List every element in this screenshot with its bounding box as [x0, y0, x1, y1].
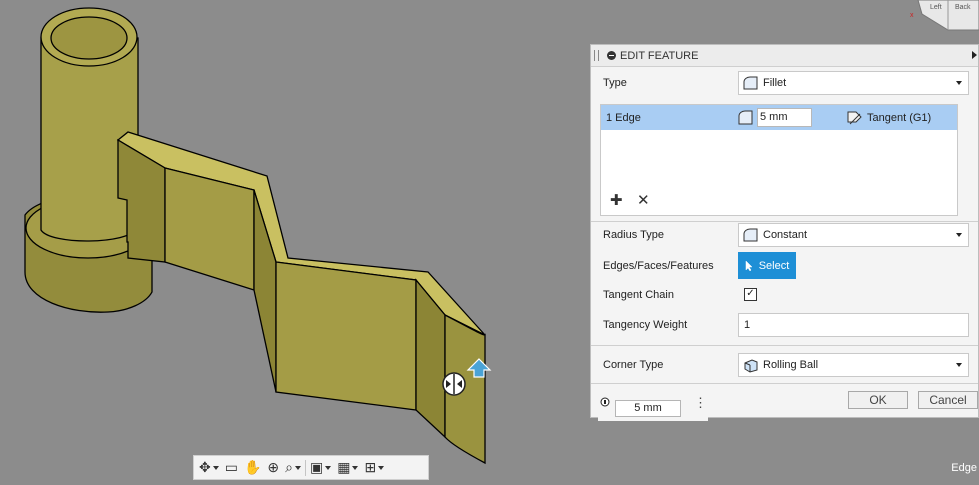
divider: [591, 221, 978, 222]
radius-value-input[interactable]: 5 mm: [615, 400, 681, 417]
constant-radius-icon: [743, 228, 758, 242]
tangent-chain-row: Tangent Chain ✓: [603, 284, 978, 306]
chevron-down-icon: [956, 363, 962, 367]
corner-type-value: Rolling Ball: [763, 359, 819, 371]
tangency-weight-label: Tangency Weight: [603, 319, 688, 331]
tangency-weight-row: Tangency Weight 1: [603, 313, 978, 337]
corner-type-label: Corner Type: [603, 359, 664, 371]
type-dropdown[interactable]: Fillet: [738, 71, 969, 95]
grid-settings-icon[interactable]: ▦: [335, 458, 360, 478]
edge-count-label: 1 Edge: [606, 111, 641, 124]
display-settings-icon[interactable]: ▣: [308, 458, 333, 478]
panel-title: EDIT FEATURE: [620, 49, 699, 62]
viewcube-face-left: Left: [930, 4, 942, 11]
model-body[interactable]: [24, 7, 486, 465]
tangency-weight-input[interactable]: 1: [738, 313, 969, 337]
fillet-icon: [743, 76, 758, 90]
tangent-continuity-icon: [847, 111, 862, 125]
divider: [591, 345, 978, 346]
ok-button[interactable]: OK: [848, 391, 908, 409]
fit-icon[interactable]: ⌕: [283, 458, 303, 478]
axis-x-indicator: x: [910, 12, 914, 19]
type-label: Type: [603, 77, 627, 89]
type-value: Fillet: [763, 77, 787, 89]
corner-type-row: Corner Type Rolling Ball: [603, 353, 978, 377]
type-row: Type Fillet: [603, 71, 978, 95]
pan-icon[interactable]: ✋: [242, 458, 263, 478]
remove-icon[interactable]: ✕: [637, 191, 650, 209]
radius-type-dropdown[interactable]: Constant: [738, 223, 969, 247]
continuity-value[interactable]: Tangent (G1): [867, 112, 931, 124]
more-options-icon[interactable]: ⋮: [694, 396, 707, 409]
edges-faces-label: Edges/Faces/Features: [603, 259, 714, 272]
toolbar-divider: [304, 459, 306, 476]
select-button[interactable]: Select: [738, 252, 796, 279]
select-label: Select: [758, 259, 790, 272]
corner-type-dropdown[interactable]: Rolling Ball: [738, 353, 969, 377]
chevron-down-icon: [956, 233, 962, 237]
edge-row[interactable]: 1 Edge 5 mm Tangent (G1): [601, 105, 957, 130]
collapse-icon[interactable]: [607, 51, 616, 60]
viewcube-face-back: Back: [955, 4, 971, 11]
edge-selection-list: 1 Edge 5 mm Tangent (G1) ✚ ✕: [600, 104, 958, 216]
view-cube[interactable]: Left Back x: [910, 0, 979, 31]
radius-type-row: Radius Type Constant: [603, 223, 978, 247]
drag-handle-icon[interactable]: [594, 50, 599, 61]
add-icon[interactable]: ✚: [610, 191, 623, 209]
radius-type-label: Radius Type: [603, 229, 664, 241]
cursor-icon: [745, 259, 753, 271]
cancel-button[interactable]: Cancel: [918, 391, 978, 409]
selection-status: Edge: [951, 462, 977, 474]
tangent-chain-checkbox[interactable]: ✓: [744, 288, 757, 301]
viewports-icon[interactable]: ⊞: [362, 458, 386, 478]
radius-type-value: Constant: [763, 229, 808, 241]
info-icon: [600, 397, 610, 407]
edges-faces-row: Edges/Faces/Features Select: [603, 252, 978, 279]
fillet-manipulator[interactable]: [442, 372, 466, 396]
expand-arrow-icon[interactable]: [972, 51, 977, 59]
rolling-ball-icon: [744, 358, 758, 373]
tangent-chain-label: Tangent Chain: [603, 289, 674, 301]
divider: [591, 383, 978, 384]
edit-feature-panel: EDIT FEATURE Type Fillet 1 Edge 5 mm Tan…: [590, 44, 979, 418]
radius-icon: [738, 110, 753, 125]
look-at-icon[interactable]: ▭: [223, 458, 240, 478]
navigation-toolbar: ✥ ▭ ✋ ⊕ ⌕ ▣ ▦ ⊞: [193, 455, 429, 480]
chevron-down-icon: [956, 81, 962, 85]
orbit-icon[interactable]: ✥: [197, 458, 221, 478]
edge-radius-input[interactable]: 5 mm: [757, 108, 812, 127]
panel-header[interactable]: EDIT FEATURE: [591, 45, 978, 67]
floating-radius-input: 5 mm ⋮: [598, 394, 708, 421]
zoom-icon[interactable]: ⊕: [265, 458, 281, 478]
